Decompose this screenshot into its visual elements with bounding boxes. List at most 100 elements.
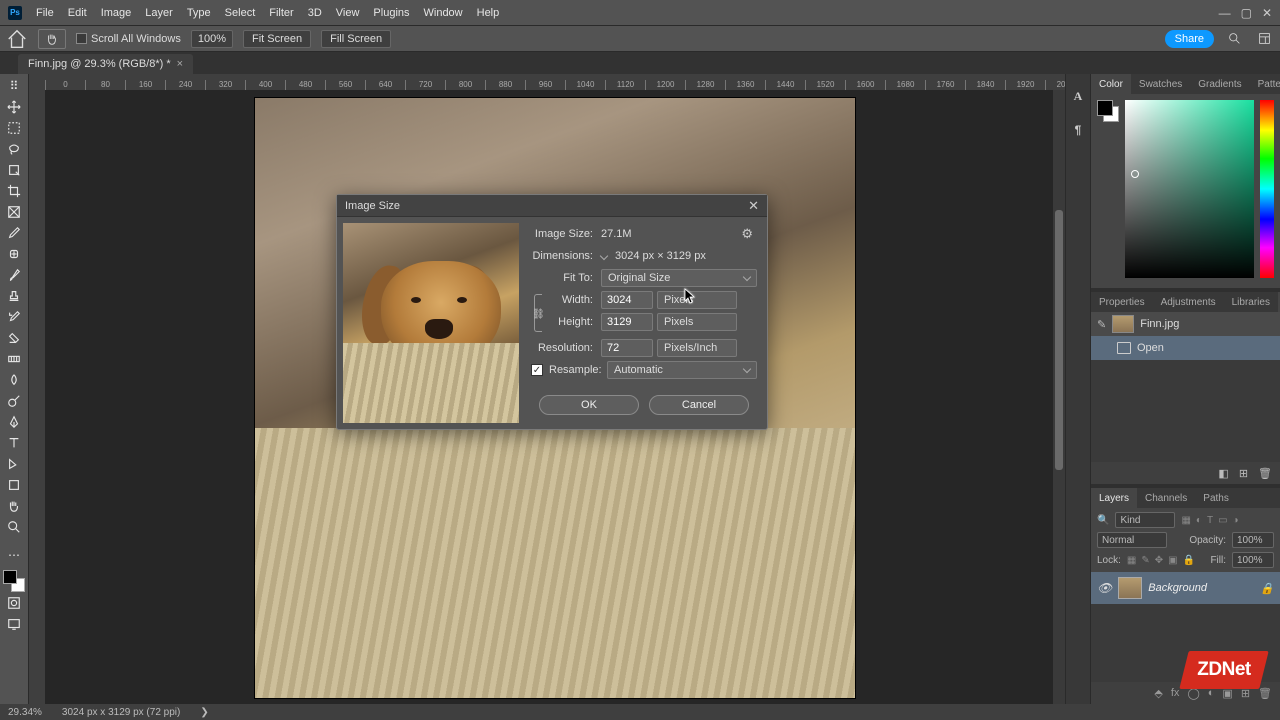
- fit-screen-button[interactable]: Fit Screen: [243, 30, 311, 48]
- layer-row[interactable]: 👁 Background 🔒: [1091, 572, 1280, 604]
- status-zoom[interactable]: 29.34%: [8, 707, 42, 718]
- tab-color[interactable]: Color: [1091, 74, 1131, 94]
- frame-tool[interactable]: [2, 202, 26, 222]
- menu-view[interactable]: View: [336, 7, 360, 19]
- opacity-input[interactable]: 100%: [1232, 532, 1274, 548]
- constrain-link-icon[interactable]: ⛓: [531, 291, 545, 335]
- screen-mode-icon[interactable]: [2, 614, 26, 634]
- type-panel-icon[interactable]: A: [1070, 88, 1086, 104]
- menu-window[interactable]: Window: [424, 7, 463, 19]
- width-input[interactable]: 3024: [601, 291, 653, 309]
- color-swatch-pair[interactable]: [3, 570, 25, 592]
- stamp-tool[interactable]: [2, 286, 26, 306]
- menu-edit[interactable]: Edit: [68, 7, 87, 19]
- eyedropper-tool[interactable]: [2, 223, 26, 243]
- crop-tool[interactable]: [2, 181, 26, 201]
- lasso-tool[interactable]: [2, 139, 26, 159]
- workspace-icon[interactable]: [1254, 29, 1274, 49]
- ok-button[interactable]: OK: [539, 395, 639, 415]
- path-tool[interactable]: [2, 454, 26, 474]
- menu-image[interactable]: Image: [101, 7, 132, 19]
- dialog-titlebar[interactable]: Image Size ✕: [337, 195, 767, 217]
- eye-icon[interactable]: 👁: [1097, 581, 1112, 595]
- scroll-all-checkbox[interactable]: Scroll All Windows: [76, 33, 181, 45]
- menu-type[interactable]: Type: [187, 7, 211, 19]
- brush-tool[interactable]: [2, 265, 26, 285]
- new-snapshot-icon[interactable]: ◧: [1218, 467, 1228, 480]
- cancel-button[interactable]: Cancel: [649, 395, 749, 415]
- zoom-tool[interactable]: [2, 517, 26, 537]
- gradient-tool[interactable]: [2, 349, 26, 369]
- menu-3d[interactable]: 3D: [308, 7, 322, 19]
- document-tab[interactable]: Finn.jpg @ 29.3% (RGB/8*) * ×: [18, 54, 193, 74]
- minimize-button[interactable]: —: [1219, 6, 1231, 20]
- maximize-button[interactable]: ▢: [1241, 6, 1252, 20]
- dimensions-dropdown-icon[interactable]: [600, 252, 608, 260]
- new-doc-icon[interactable]: ⊞: [1239, 467, 1248, 480]
- close-window-button[interactable]: ✕: [1262, 6, 1272, 20]
- search-icon[interactable]: [1224, 29, 1244, 49]
- tab-adjustments[interactable]: Adjustments: [1153, 292, 1224, 312]
- dodge-tool[interactable]: [2, 391, 26, 411]
- lock-icon[interactable]: 🔒: [1260, 582, 1274, 595]
- home-icon[interactable]: [6, 29, 28, 49]
- blend-mode-select[interactable]: Normal: [1097, 532, 1167, 548]
- fill-screen-button[interactable]: Fill Screen: [321, 30, 391, 48]
- menu-layer[interactable]: Layer: [145, 7, 173, 19]
- link-layers-icon[interactable]: ⬘: [1154, 687, 1162, 700]
- menu-select[interactable]: Select: [225, 7, 256, 19]
- resample-select[interactable]: Automatic: [607, 361, 757, 379]
- blur-tool[interactable]: [2, 370, 26, 390]
- resample-checkbox[interactable]: ✓: [531, 364, 543, 376]
- tab-channels[interactable]: Channels: [1137, 488, 1195, 508]
- fill-input[interactable]: 100%: [1232, 552, 1274, 568]
- lock-icons[interactable]: ▦✎✥▣🔒: [1127, 555, 1195, 566]
- tab-gradients[interactable]: Gradients: [1190, 74, 1249, 94]
- menu-filter[interactable]: Filter: [269, 7, 293, 19]
- marquee-tool[interactable]: [2, 118, 26, 138]
- layer-filter-icons[interactable]: ▦◐T▭◑: [1181, 515, 1238, 526]
- close-document-icon[interactable]: ×: [177, 58, 183, 70]
- gear-icon[interactable]: ⚙: [741, 226, 757, 242]
- scrollbar-vertical[interactable]: [1053, 90, 1065, 704]
- layer-filter-select[interactable]: Kind: [1115, 512, 1175, 528]
- resolution-input[interactable]: 72: [601, 339, 653, 357]
- history-brush-tool[interactable]: [2, 307, 26, 327]
- menu-file[interactable]: File: [36, 7, 54, 19]
- paragraph-panel-icon[interactable]: ¶: [1070, 122, 1086, 138]
- color-swatches[interactable]: [1097, 100, 1119, 122]
- move-tool[interactable]: [2, 97, 26, 117]
- eraser-tool[interactable]: [2, 328, 26, 348]
- zoom-percent-input[interactable]: 100%: [191, 30, 233, 48]
- tab-patterns[interactable]: Patterns: [1250, 74, 1280, 94]
- menu-help[interactable]: Help: [477, 7, 500, 19]
- ruler-horizontal[interactable]: 0801602403204004805606407208008809601040…: [45, 74, 1065, 90]
- tab-libraries[interactable]: Libraries: [1224, 292, 1278, 312]
- height-unit-select[interactable]: Pixels: [657, 313, 737, 331]
- shape-tool[interactable]: [2, 475, 26, 495]
- selection-tool[interactable]: [2, 160, 26, 180]
- hand-tool[interactable]: [2, 496, 26, 516]
- fit-to-select[interactable]: Original Size: [601, 269, 757, 287]
- tab-swatches[interactable]: Swatches: [1131, 74, 1190, 94]
- healing-tool[interactable]: [2, 244, 26, 264]
- fx-icon[interactable]: fx: [1171, 687, 1180, 699]
- status-caret-icon[interactable]: ❯: [200, 707, 208, 718]
- pen-tool[interactable]: [2, 412, 26, 432]
- quick-mask-icon[interactable]: [2, 593, 26, 613]
- delete-history-icon[interactable]: 🗑: [1258, 467, 1272, 480]
- edit-toolbar-icon[interactable]: ⋯: [2, 545, 26, 565]
- hue-slider[interactable]: [1260, 100, 1274, 278]
- resolution-unit-select[interactable]: Pixels/Inch: [657, 339, 737, 357]
- width-unit-select[interactable]: Pixels: [657, 291, 737, 309]
- history-step[interactable]: Open: [1091, 336, 1280, 360]
- dialog-preview[interactable]: [343, 223, 519, 423]
- tab-paths[interactable]: Paths: [1195, 488, 1237, 508]
- history-snapshot[interactable]: ✎ Finn.jpg: [1091, 312, 1280, 336]
- tab-layers[interactable]: Layers: [1091, 488, 1137, 508]
- height-input[interactable]: 3129: [601, 313, 653, 331]
- tab-properties[interactable]: Properties: [1091, 292, 1153, 312]
- share-button[interactable]: Share: [1165, 30, 1214, 48]
- ruler-vertical[interactable]: [29, 90, 45, 704]
- type-tool[interactable]: [2, 433, 26, 453]
